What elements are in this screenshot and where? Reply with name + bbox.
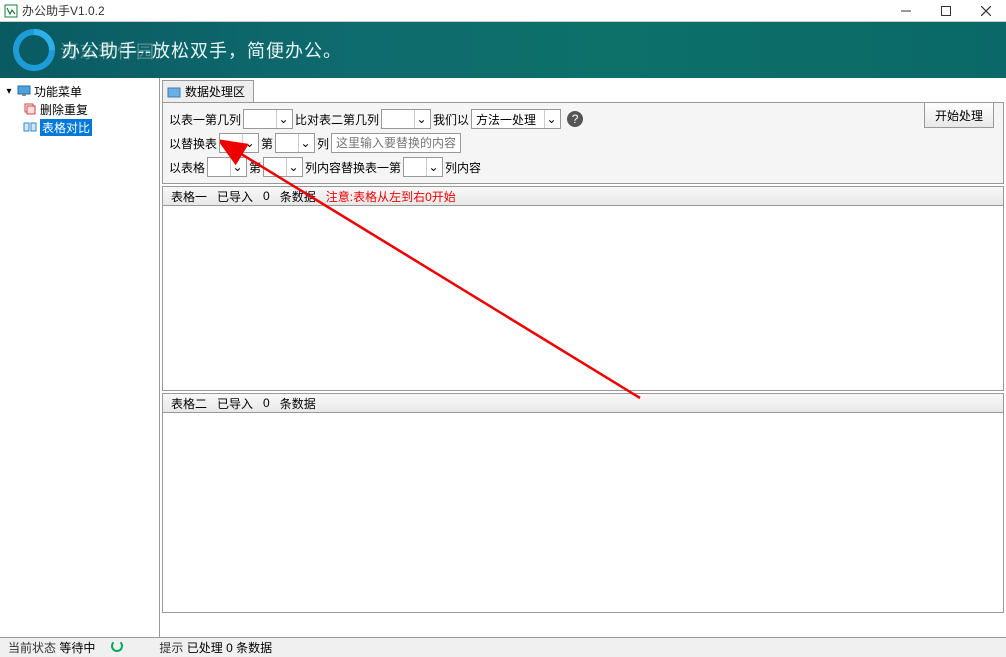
sidebar-item-label: 删除重复 — [40, 101, 88, 118]
combo-replace-table[interactable]: ⌄ — [219, 133, 259, 153]
tree-root-label: 功能菜单 — [34, 83, 82, 100]
statusbar: 当前状态 等待中 提示 已处理 0 条数据 — [0, 637, 1006, 657]
table2-count: 0 — [263, 396, 270, 410]
label: 我们以 — [433, 111, 469, 128]
chevron-down-icon: ⌄ — [276, 110, 290, 128]
combo-table2-col[interactable]: ⌄ — [381, 109, 431, 129]
tree-expand-icon[interactable]: ▾ — [4, 86, 14, 96]
chevron-down-icon: ⌄ — [298, 134, 312, 152]
monitor-icon — [16, 83, 32, 99]
sidebar: ▾ 功能菜单 删除重复 表格对比 — [0, 78, 160, 637]
label: 比对表二第几列 — [295, 111, 379, 128]
replace-content-input[interactable] — [331, 133, 461, 153]
table1-note: 注意:表格从左到右0开始 — [326, 188, 456, 205]
table2-area: 表格二 已导入 0 条数据 — [162, 393, 1004, 613]
label: 条数据 — [280, 395, 316, 412]
label: 第 — [249, 159, 261, 176]
label: 列 — [317, 135, 329, 152]
label: 以替换表 — [169, 135, 217, 152]
toolbar-row-1: 以表一第几列 ⌄ 比对表二第几列 ⌄ 我们以 方法一处理⌄ ? — [169, 107, 997, 131]
close-button[interactable] — [966, 0, 1006, 22]
combo-table1-col[interactable]: ⌄ — [243, 109, 293, 129]
label: 列内容替换表一第 — [305, 159, 401, 176]
chevron-down-icon: ⌄ — [414, 110, 428, 128]
folder-icon — [167, 85, 181, 99]
combo-source-table[interactable]: ⌄ — [207, 157, 247, 177]
combo-source-col[interactable]: ⌄ — [263, 157, 303, 177]
window-title: 办公助手V1.0.2 — [22, 2, 105, 19]
tab-data-processing[interactable]: 数据处理区 — [162, 80, 254, 102]
table1-count: 0 — [263, 189, 270, 203]
label: 已导入 — [217, 395, 253, 412]
compare-icon — [22, 119, 38, 135]
minimize-button[interactable] — [886, 0, 926, 22]
status-hint: 提示 已处理 0 条数据 — [155, 639, 276, 656]
banner-slogan: 办公助手--放松双手，简便办公。 — [62, 37, 342, 63]
label: 以表格 — [169, 159, 205, 176]
status-state: 当前状态 等待中 — [4, 639, 99, 656]
chevron-down-icon: ⌄ — [544, 110, 558, 128]
table2-header: 表格二 已导入 0 条数据 — [162, 393, 1004, 413]
label: 以表一第几列 — [169, 111, 241, 128]
table1-area: 表格一 已导入 0 条数据 注意:表格从左到右0开始 — [162, 186, 1004, 391]
toolbar-row-3: 以表格 ⌄ 第 ⌄ 列内容替换表一第 ⌄ 列内容 — [169, 155, 997, 179]
table2-name: 表格二 — [171, 395, 207, 412]
combo-target-col[interactable]: ⌄ — [403, 157, 443, 177]
maximize-button[interactable] — [926, 0, 966, 22]
app-banner: 河东软件园 办公助手--放松双手，简便办公。 — [0, 22, 1006, 78]
chevron-down-icon: ⌄ — [286, 158, 300, 176]
sidebar-item-table-compare[interactable]: 表格对比 — [0, 118, 159, 136]
sidebar-item-label: 表格对比 — [40, 119, 92, 136]
combo-replace-col[interactable]: ⌄ — [275, 133, 315, 153]
banner-logo-icon — [12, 28, 56, 72]
main-area: ▾ 功能菜单 删除重复 表格对比 数据处理区 — [0, 78, 1006, 637]
chevron-down-icon: ⌄ — [242, 134, 256, 152]
tab-label: 数据处理区 — [185, 83, 245, 100]
sidebar-item-remove-duplicates[interactable]: 删除重复 — [0, 100, 159, 118]
window-titlebar: 办公助手V1.0.2 — [0, 0, 1006, 22]
label: 列内容 — [445, 159, 481, 176]
table1-name: 表格一 — [171, 188, 207, 205]
toolbar: 以表一第几列 ⌄ 比对表二第几列 ⌄ 我们以 方法一处理⌄ ? 以替换表 ⌄ 第… — [162, 102, 1004, 184]
toolbar-row-2: 以替换表 ⌄ 第 ⌄ 列 — [169, 131, 997, 155]
chevron-down-icon: ⌄ — [230, 158, 244, 176]
help-icon[interactable]: ? — [567, 111, 583, 127]
table1-header: 表格一 已导入 0 条数据 注意:表格从左到右0开始 — [162, 186, 1004, 206]
duplicate-icon — [22, 101, 38, 117]
label: 条数据 — [280, 188, 316, 205]
window-controls — [886, 0, 1006, 22]
label: 已导入 — [217, 188, 253, 205]
content-area: 数据处理区 以表一第几列 ⌄ 比对表二第几列 ⌄ 我们以 方法一处理⌄ ? 以替… — [160, 78, 1006, 637]
chevron-down-icon: ⌄ — [426, 158, 440, 176]
start-process-button[interactable]: 开始处理 — [924, 102, 994, 128]
table1-body[interactable] — [162, 206, 1004, 391]
app-icon — [4, 4, 18, 18]
spinner-icon — [107, 640, 127, 655]
tree-root[interactable]: ▾ 功能菜单 — [0, 82, 159, 100]
label: 第 — [261, 135, 273, 152]
combo-method[interactable]: 方法一处理⌄ — [471, 109, 561, 129]
table2-body[interactable] — [162, 413, 1004, 613]
